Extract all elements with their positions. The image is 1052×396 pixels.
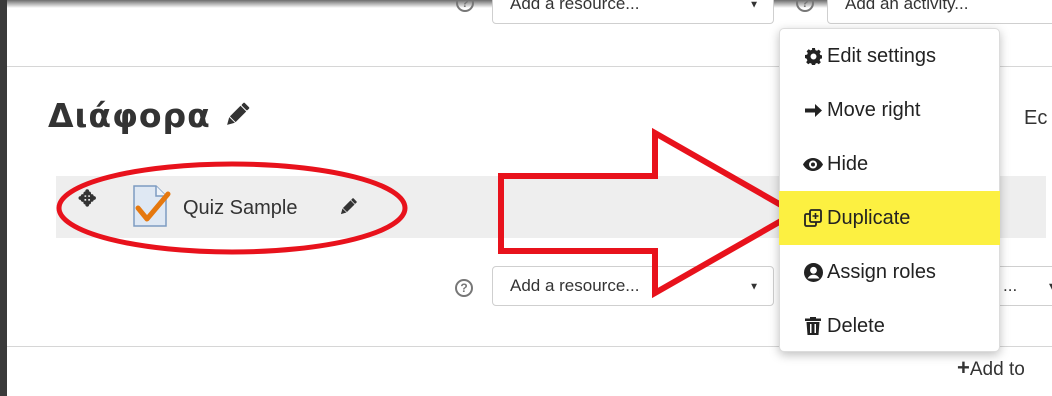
activity-action-menu: Edit settings Move right Hide Duplicate … [779,28,1000,352]
eye-icon [802,157,824,171]
menu-item-assign-roles[interactable]: Assign roles [780,245,999,299]
menu-item-label: Hide [827,152,869,175]
menu-item-hide[interactable]: Hide [780,137,999,191]
menu-item-edit-settings[interactable]: Edit settings [780,29,999,83]
menu-item-label: Move right [827,98,921,121]
menu-item-delete[interactable]: Delete [780,299,999,353]
annotation-arrow [498,127,802,299]
annotation-ellipse [56,161,408,255]
menu-item-label: Assign roles [827,260,936,283]
trash-icon [802,317,824,335]
duplicate-icon [802,209,824,227]
menu-item-duplicate[interactable]: Duplicate [779,191,1000,245]
gear-icon [802,47,824,65]
menu-item-label: Delete [827,314,885,337]
menu-item-label: Duplicate [827,206,911,229]
arrow-right-icon [802,103,824,118]
user-icon [802,262,824,282]
menu-item-label: Edit settings [827,44,936,67]
menu-item-move-right[interactable]: Move right [780,83,999,137]
